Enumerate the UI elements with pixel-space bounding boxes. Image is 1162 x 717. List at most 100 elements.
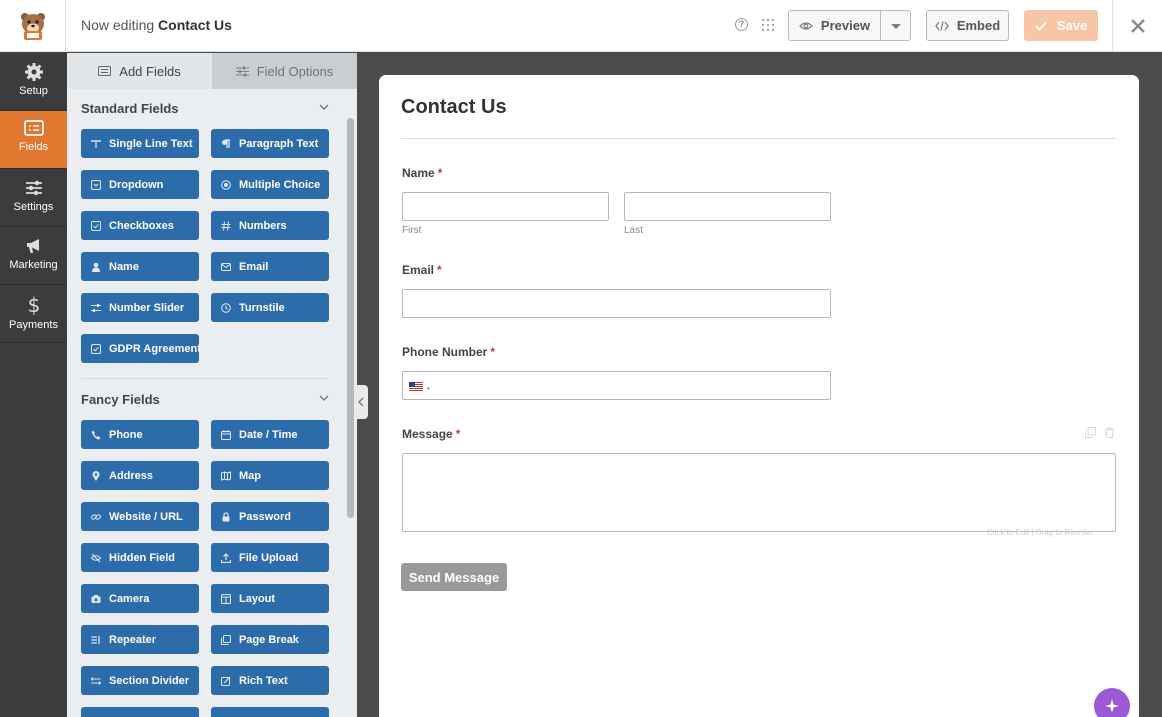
field-button-label: Map — [239, 469, 261, 482]
tab-add-fields[interactable]: Add Fields — [67, 53, 212, 89]
field-button-label: Repeater — [109, 633, 157, 646]
map-icon — [221, 470, 231, 481]
nav-label: Settings — [13, 201, 54, 213]
close-button[interactable] — [1112, 0, 1162, 52]
embed-label: Embed — [956, 18, 1001, 33]
form-preview-canvas: Contact Us Name * First Last Email * Phone… — [379, 75, 1139, 717]
map-pin-icon — [92, 470, 100, 481]
radio-icon — [221, 179, 231, 190]
email-field-label[interactable]: Email * — [402, 263, 442, 277]
nav-item-marketing[interactable]: Marketing — [0, 227, 67, 285]
field-button-address[interactable]: Address — [81, 461, 199, 490]
preview-button[interactable]: Preview — [788, 10, 880, 41]
field-button-section-divider[interactable]: Section Divider — [81, 666, 199, 695]
nav-item-payments[interactable]: $ Payments — [0, 285, 67, 343]
field-button-multiple-choice[interactable]: Multiple Choice — [211, 170, 329, 199]
field-button-layout[interactable]: Layout — [211, 584, 329, 613]
field-button-dropdown[interactable]: Dropdown — [81, 170, 199, 199]
field-button-label: Name — [109, 260, 139, 273]
phone-input[interactable]: • — [402, 371, 831, 400]
field-button-label: Paragraph Text — [239, 137, 319, 150]
field-edit-hint: Click to Edit | Drag to Reorder — [987, 528, 1094, 537]
field-button-name[interactable]: Name — [81, 252, 199, 281]
field-button-map[interactable]: Map — [211, 461, 329, 490]
user-icon — [92, 262, 100, 272]
field-button-camera[interactable]: Camera — [81, 584, 199, 613]
field-button-email[interactable]: Email — [211, 252, 329, 281]
field-button-turnstile[interactable]: Turnstile — [211, 293, 329, 322]
single-line-text-icon — [91, 139, 101, 148]
field-button-label: Number Slider — [109, 301, 185, 314]
field-button-website-url[interactable]: Website / URL — [81, 502, 199, 531]
field-button-repeater[interactable]: Repeater — [81, 625, 199, 654]
name-field-label[interactable]: Name * — [402, 166, 442, 180]
field-label-text: Name — [402, 166, 435, 180]
field-button-gdpr-agreement[interactable]: GDPR Agreement — [81, 334, 201, 363]
field-button-label: GDPR Agreement — [109, 342, 201, 355]
message-field-label[interactable]: Message * — [402, 427, 460, 441]
nav-item-setup[interactable]: Setup — [0, 53, 67, 111]
upload-icon — [221, 552, 231, 563]
field-button-label: Rich Text — [239, 674, 288, 687]
top-bar: Now editing Contact Us ? Preview Embed S… — [0, 0, 1162, 52]
country-dropdown-dot[interactable]: • — [427, 384, 430, 393]
help-icon[interactable]: ? — [735, 18, 748, 31]
field-button-label: Password — [239, 510, 291, 523]
field-button-date-time[interactable]: Date / Time — [211, 420, 329, 449]
field-button-numbers[interactable]: Numbers — [211, 211, 329, 240]
duplicate-icon[interactable] — [1085, 427, 1096, 438]
field-button-more[interactable] — [211, 707, 329, 717]
field-button-file-upload[interactable]: File Upload — [211, 543, 329, 572]
field-button-label: Dropdown — [109, 178, 164, 191]
field-button-phone[interactable]: Phone — [81, 420, 199, 449]
field-button-more[interactable] — [81, 707, 199, 717]
panel-scrollbar[interactable] — [347, 118, 354, 518]
repeater-icon — [91, 635, 100, 644]
fancy-fields-header[interactable]: Fancy Fields — [81, 392, 329, 412]
svg-text:$: $ — [27, 294, 40, 316]
last-name-input[interactable] — [624, 192, 831, 221]
field-button-page-break[interactable]: Page Break — [211, 625, 329, 654]
nav-item-settings[interactable]: Settings — [0, 169, 67, 227]
group-title: Fancy Fields — [81, 392, 160, 407]
standard-fields-header[interactable]: Standard Fields — [81, 101, 329, 121]
field-label-text: Phone Number — [402, 345, 488, 359]
trash-icon[interactable] — [1104, 427, 1115, 438]
first-sublabel: First — [402, 225, 422, 236]
slider-icon — [91, 303, 101, 312]
field-button-label: Phone — [109, 428, 143, 441]
field-button-label: Hidden Field — [109, 551, 175, 564]
field-button-label: Layout — [239, 592, 276, 605]
assistant-fab-button[interactable] — [1094, 688, 1130, 717]
first-name-input[interactable] — [402, 192, 609, 221]
field-button-number-slider[interactable]: Number Slider — [81, 293, 199, 322]
submit-button[interactable]: Send Message — [401, 563, 507, 591]
required-marker: * — [490, 345, 496, 359]
embed-button[interactable]: Embed — [926, 10, 1009, 41]
preview-dropdown-button[interactable] — [880, 10, 911, 41]
field-button-paragraph-text[interactable]: Paragraph Text — [211, 129, 329, 158]
chevron-up-icon — [319, 104, 329, 110]
phone-field-label[interactable]: Phone Number * — [402, 345, 495, 359]
field-button-checkboxes[interactable]: Checkboxes — [81, 211, 199, 240]
paragraph-icon — [222, 138, 230, 148]
email-input[interactable] — [402, 289, 831, 318]
close-icon — [1130, 19, 1145, 33]
tab-field-options[interactable]: Field Options — [212, 53, 357, 89]
field-button-single-line-text[interactable]: Single Line Text — [81, 129, 199, 158]
hash-icon — [221, 220, 231, 231]
field-button-label: Turnstile — [239, 301, 285, 314]
field-button-password[interactable]: Password — [211, 502, 329, 531]
field-button-rich-text[interactable]: Rich Text — [211, 666, 329, 695]
nav-item-fields[interactable]: Fields — [0, 111, 67, 169]
tab-label: Add Fields — [119, 63, 181, 79]
field-button-label: Single Line Text — [109, 137, 193, 150]
chevron-down-icon — [319, 395, 329, 401]
collapse-panel-button[interactable] — [354, 385, 368, 419]
field-button-label: Email — [239, 260, 269, 273]
message-textarea[interactable] — [402, 453, 1116, 532]
apps-grid-icon[interactable] — [762, 19, 774, 31]
field-button-hidden-field[interactable]: Hidden Field — [81, 543, 199, 572]
nav-label: Payments — [9, 319, 58, 331]
save-button[interactable]: Save — [1024, 10, 1098, 41]
